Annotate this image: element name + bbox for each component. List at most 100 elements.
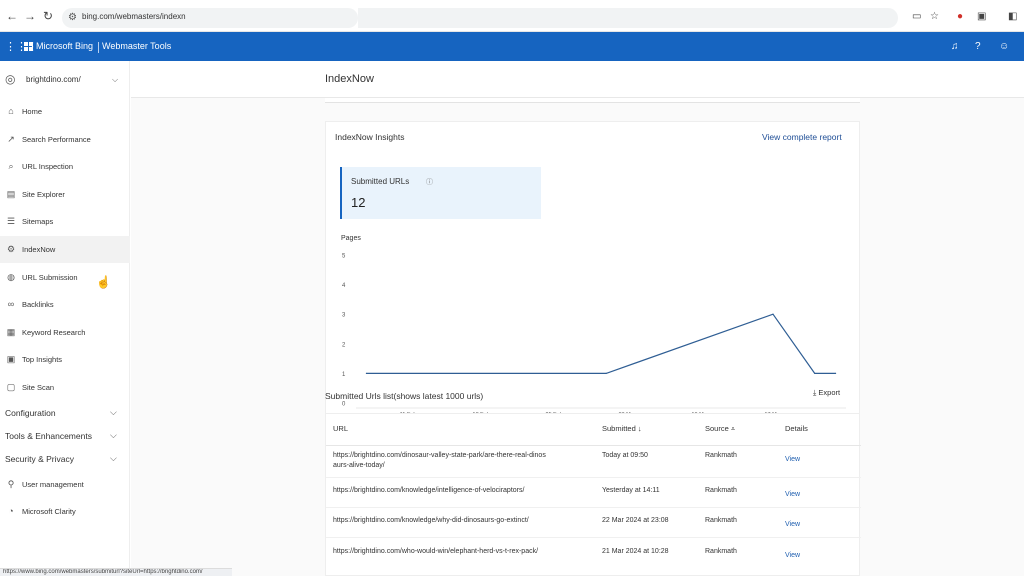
sidebar-group-label: Tools & Enhancements xyxy=(5,431,92,441)
view-details-link[interactable]: View xyxy=(785,490,800,500)
back-icon[interactable]: ← xyxy=(6,9,18,23)
sidebar-item-label: Keyword Research xyxy=(22,328,86,337)
column-header-submitted[interactable]: Submitted ↓ xyxy=(602,424,642,433)
forward-icon[interactable]: → xyxy=(24,9,36,23)
sidebar-item-search-performance[interactable]: ↗ Search Performance xyxy=(0,126,130,153)
document-icon: ▤ xyxy=(6,189,16,199)
header-divider xyxy=(98,42,99,53)
address-bar[interactable]: ⚙ bing.com/webmasters/indexn xyxy=(62,8,358,28)
page-title: IndexNow xyxy=(325,73,374,85)
extensions-icon[interactable]: ▣ xyxy=(977,11,986,22)
data-point xyxy=(814,372,816,374)
status-bar-url: https://www.bing.com/webmasters/submitur… xyxy=(0,568,232,576)
app-launcher-icon[interactable]: ⋮⋮⋮ xyxy=(5,40,38,53)
y-tick-label: 1 xyxy=(342,372,346,378)
row-url: https://brightdino.com/knowledge/why-did… xyxy=(333,517,529,524)
sidebar-item-url-inspection[interactable]: ⌕ URL Inspection xyxy=(0,153,130,180)
cast-icon[interactable]: ▭ xyxy=(912,11,921,22)
header-divider xyxy=(326,445,861,446)
globe-icon: ◎ xyxy=(5,72,16,86)
sidebar-item-label: Backlinks xyxy=(22,300,54,309)
row-source: Rankmath xyxy=(705,452,737,459)
bookmark-star-icon[interactable]: ☆ xyxy=(930,11,939,22)
home-icon: ⌂ xyxy=(8,106,14,116)
row-divider xyxy=(326,477,861,478)
previous-card-edge xyxy=(325,98,860,103)
user-icon: ⚲ xyxy=(7,479,15,489)
sidebar-group-tools[interactable]: Tools & Enhancements ⌵ xyxy=(0,426,130,446)
product-name[interactable]: Webmaster Tools xyxy=(102,41,171,51)
site-info-icon[interactable]: ⚙ xyxy=(68,12,77,23)
sidebar: ◎ brightdino.com/ ⌵ ⌂ Home ↗ Search Perf… xyxy=(0,61,130,576)
opera-icon[interactable]: ● xyxy=(957,11,963,22)
keyword-icon: ▦ xyxy=(6,327,16,337)
submitted-list-header: Submitted Urls list(shows latest 1000 ur… xyxy=(325,388,860,411)
column-header-label: Submitted xyxy=(602,424,636,433)
sidebar-item-home[interactable]: ⌂ Home xyxy=(0,98,130,125)
row-submitted: 21 Mar 2024 at 10:28 xyxy=(602,548,669,555)
sidebar-item-top-insights[interactable]: ▣ Top Insights xyxy=(0,346,130,373)
clarity-icon: ◔ xyxy=(8,506,14,516)
data-point xyxy=(605,372,607,374)
view-details-link[interactable]: View xyxy=(785,551,800,561)
sidebar-item-keyword-research[interactable]: ▦ Keyword Research xyxy=(0,319,130,346)
view-complete-report-link[interactable]: View complete report xyxy=(762,132,842,142)
sidebar-item-label: User management xyxy=(22,480,84,489)
sidebar-item-site-scan[interactable]: ▢ Site Scan xyxy=(0,374,130,401)
help-icon[interactable]: ? xyxy=(975,41,981,52)
metric-value: 12 xyxy=(351,195,366,210)
row-source: Rankmath xyxy=(705,517,737,524)
chevron-down-icon: ⌵ xyxy=(110,430,117,440)
search-icon: ⌕ xyxy=(8,161,14,171)
scan-icon: ▢ xyxy=(6,382,16,392)
sidebar-item-label: Site Scan xyxy=(22,383,55,392)
sidebar-item-user-management[interactable]: ⚲ User management xyxy=(0,471,130,498)
row-divider xyxy=(326,537,861,538)
view-details-link[interactable]: View xyxy=(785,455,800,465)
brand-name[interactable]: Microsoft Bing xyxy=(36,41,93,51)
sort-down-icon: ↓ xyxy=(637,424,642,433)
browser-toolbar: ← → ↻ ⚙ bing.com/webmasters/indexn ▭ ☆ ●… xyxy=(0,0,1024,32)
row-submitted: Today at 09:50 xyxy=(602,452,648,459)
list-icon: ☰ xyxy=(6,216,16,226)
info-icon[interactable]: ⓘ xyxy=(426,177,433,187)
sidebar-item-indexnow[interactable]: ⚙ IndexNow xyxy=(0,236,130,263)
column-header-url[interactable]: URL xyxy=(333,424,348,433)
insights-icon: ▣ xyxy=(6,354,16,364)
sidebar-toggle-icon[interactable]: ◧ xyxy=(1008,11,1017,22)
y-tick-label: 3 xyxy=(342,313,346,319)
sidebar-item-label: Microsoft Clarity xyxy=(22,507,76,516)
sidebar-item-site-explorer[interactable]: ▤ Site Explorer xyxy=(0,181,130,208)
sidebar-item-label: Site Explorer xyxy=(22,190,65,199)
sidebar-item-backlinks[interactable]: ∞ Backlinks xyxy=(0,291,130,318)
series-line xyxy=(366,313,836,374)
y-tick-label: 2 xyxy=(342,342,346,348)
sidebar-item-sitemaps[interactable]: ☰ Sitemaps xyxy=(0,208,130,235)
column-header-label: Source xyxy=(705,424,729,433)
column-header-details: Details xyxy=(785,424,808,433)
sidebar-item-microsoft-clarity[interactable]: ◔ Microsoft Clarity xyxy=(0,498,130,525)
submitted-list-title: Submitted Urls list(shows latest 1000 ur… xyxy=(325,391,484,401)
site-selector[interactable]: ◎ brightdino.com/ ⌵ xyxy=(0,69,130,93)
row-source: Rankmath xyxy=(705,548,737,555)
reload-icon[interactable]: ↻ xyxy=(43,9,53,23)
notification-bell-icon[interactable]: ♫ xyxy=(951,41,959,52)
address-text: bing.com/webmasters/indexn xyxy=(82,12,186,21)
sidebar-item-label: Home xyxy=(22,107,43,116)
globe-icon: ◍ xyxy=(7,272,15,282)
sidebar-group-configuration[interactable]: Configuration ⌵ xyxy=(0,403,130,423)
row-url: https://brightdino.com/knowledge/intelli… xyxy=(333,487,525,494)
export-button[interactable]: ⤓ Export xyxy=(813,388,840,398)
column-header-source[interactable]: Source ⩡ xyxy=(705,424,735,434)
link-icon: ∞ xyxy=(7,299,15,309)
trend-icon: ↗ xyxy=(7,134,15,144)
chart-y-label: Pages xyxy=(341,235,361,242)
y-tick-label: 5 xyxy=(342,254,346,260)
view-details-link[interactable]: View xyxy=(785,520,800,530)
metric-label: Submitted URLs xyxy=(351,177,410,186)
export-label: Export xyxy=(818,388,841,397)
sidebar-group-security[interactable]: Security & Privacy ⌵ xyxy=(0,449,130,469)
chevron-down-icon: ⌵ xyxy=(110,407,117,417)
feedback-smiley-icon[interactable]: ☺ xyxy=(999,41,1009,52)
chevron-down-icon: ⌵ xyxy=(112,75,119,84)
